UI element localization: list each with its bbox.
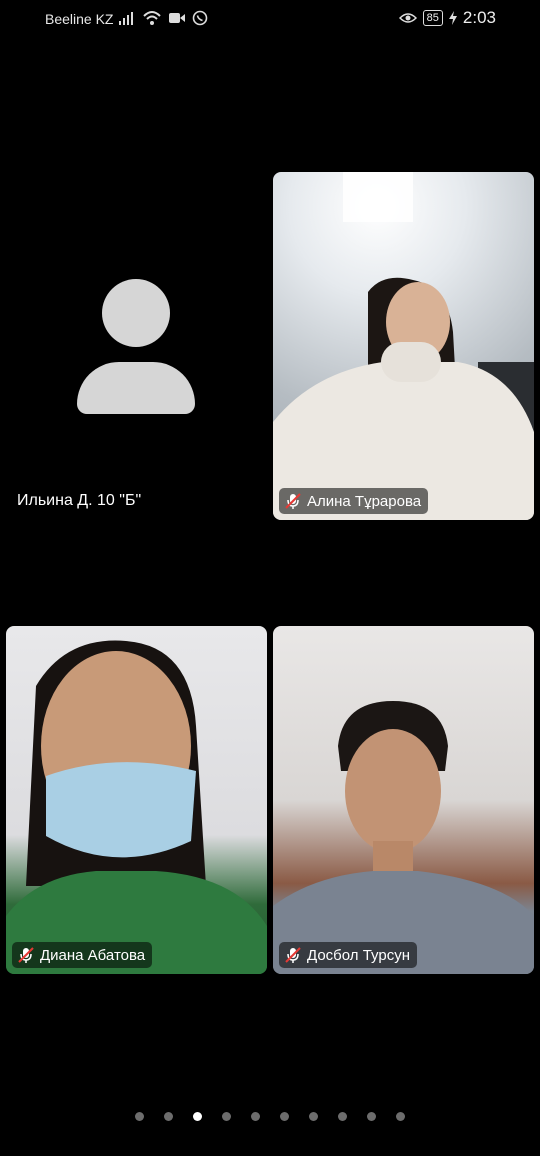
mic-muted-icon — [285, 947, 301, 963]
eye-icon — [398, 13, 417, 23]
participant-name-label: Алина Тұрарова — [279, 488, 429, 514]
page-dot[interactable] — [338, 1112, 347, 1121]
mic-muted-icon — [18, 947, 34, 963]
wifi-icon — [143, 11, 161, 25]
participant-video-tile[interactable]: Досбол Турсун — [273, 626, 534, 974]
page-dot[interactable] — [280, 1112, 289, 1121]
clock: 2:03 — [462, 8, 496, 27]
mic-muted-icon — [285, 493, 301, 509]
participant-video-tile[interactable]: Диана Абатова — [6, 626, 267, 974]
page-dot[interactable] — [164, 1112, 173, 1121]
charging-icon — [448, 11, 457, 25]
participant-name-label: Диана Абатова — [12, 942, 153, 968]
page-dot[interactable] — [222, 1112, 231, 1121]
page-dot[interactable] — [396, 1112, 405, 1121]
signal-icon — [119, 12, 133, 25]
status-bar: Beeline KZ 85 2:03 — [0, 0, 540, 40]
participant-video — [6, 640, 267, 974]
page-dot[interactable] — [367, 1112, 376, 1121]
battery-indicator: 85 — [422, 10, 443, 26]
self-participant-name: Ильина Д. 10 "Б" — [17, 492, 142, 509]
self-video-tile[interactable]: Ильина Д. 10 "Б" — [6, 172, 268, 520]
participant-video — [273, 172, 534, 520]
participant-video — [273, 701, 534, 974]
carrier-label: Beeline KZ — [45, 11, 114, 27]
participant-video-tile[interactable]: Алина Тұрарова — [273, 172, 534, 520]
page-dot[interactable] — [309, 1112, 318, 1121]
participant-name-label: Досбол Турсун — [279, 942, 417, 968]
page-indicator — [0, 1112, 540, 1124]
page-dot-active[interactable] — [193, 1112, 202, 1121]
whatsapp-icon — [192, 10, 208, 26]
video-icon — [169, 13, 185, 23]
page-dot[interactable] — [251, 1112, 260, 1121]
page-dot[interactable] — [135, 1112, 144, 1121]
